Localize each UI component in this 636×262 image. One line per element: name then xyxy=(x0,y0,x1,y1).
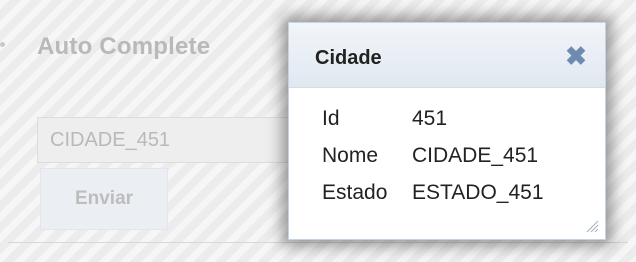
section-marker xyxy=(0,42,5,47)
section-title: Auto Complete xyxy=(37,33,211,60)
field-row-nome: Nome CIDADE_451 xyxy=(322,144,544,181)
field-label-nome: Nome xyxy=(322,144,379,167)
field-value-id: 451 xyxy=(412,107,448,130)
field-row-estado: Estado ESTADO_451 xyxy=(322,181,544,218)
submit-button[interactable]: Enviar xyxy=(40,168,168,230)
dialog-body: Id 451 Nome CIDADE_451 Estado ESTADO_451 xyxy=(322,107,544,218)
city-dialog: Cidade ✖ Id 451 Nome CIDADE_451 Estado E… xyxy=(288,22,606,240)
close-icon[interactable]: ✖ xyxy=(563,43,589,69)
field-value-nome: CIDADE_451 xyxy=(412,144,539,167)
field-row-id: Id 451 xyxy=(322,107,544,144)
dialog-header[interactable]: Cidade ✖ xyxy=(289,23,605,88)
field-value-estado: ESTADO_451 xyxy=(412,181,544,204)
resize-handle-icon[interactable] xyxy=(585,219,599,233)
divider xyxy=(8,242,628,243)
field-label-estado: Estado xyxy=(322,181,388,204)
dialog-title: Cidade xyxy=(315,47,382,69)
field-label-id: Id xyxy=(322,107,340,130)
